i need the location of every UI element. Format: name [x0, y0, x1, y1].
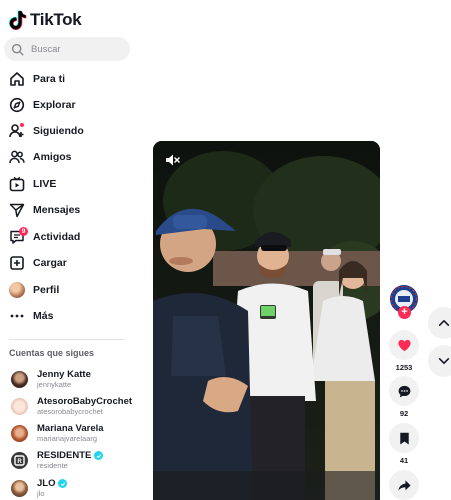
- account-avatar: [11, 371, 28, 388]
- following-account-item[interactable]: R RESIDENTE residente: [9, 448, 134, 474]
- paper-plane-icon: [8, 202, 25, 219]
- following-section-title: Cuentas que sigues: [9, 348, 95, 358]
- like-button[interactable]: [389, 330, 419, 360]
- account-avatar: [11, 398, 28, 415]
- nav-label: Actividad: [33, 231, 81, 243]
- friends-icon: [8, 149, 25, 166]
- share-button[interactable]: [389, 470, 419, 500]
- next-video-button[interactable]: [428, 345, 451, 377]
- account-avatar: R: [11, 452, 28, 469]
- account-name: AtesoroBabyCrochet: [37, 396, 133, 407]
- nav-item-explorar[interactable]: Explorar: [0, 92, 130, 118]
- following-account-item[interactable]: Jenny Katte jennykatte: [9, 367, 134, 393]
- bookmark-icon: [399, 432, 409, 444]
- nav-item-para-ti[interactable]: Para ti: [0, 66, 130, 92]
- account-avatar: [11, 480, 28, 497]
- profile-avatar: [8, 282, 25, 298]
- follow-plus-button[interactable]: +: [398, 306, 411, 319]
- nav-label: Mensajes: [33, 204, 81, 216]
- nav-label: Cargar: [33, 257, 67, 269]
- residente-logo-icon: R: [14, 455, 25, 466]
- new-content-dot: [20, 123, 24, 127]
- video-player[interactable]: [153, 141, 380, 500]
- search-box[interactable]: [4, 37, 130, 61]
- nav-item-actividad[interactable]: 9 Actividad: [0, 224, 130, 250]
- save-count: 41: [399, 456, 409, 465]
- nav-item-siguiendo[interactable]: Siguiendo: [0, 118, 130, 144]
- account-username: residente: [37, 461, 68, 470]
- muted-volume-icon[interactable]: [164, 152, 180, 168]
- nav-label: Explorar: [33, 99, 76, 111]
- search-icon: [11, 43, 24, 56]
- svg-text:R: R: [17, 459, 22, 465]
- more-icon: [8, 308, 25, 325]
- tiktok-logo[interactable]: TikTok: [9, 9, 82, 31]
- previous-video-button[interactable]: [428, 307, 451, 339]
- sidebar-divider: [9, 339, 125, 340]
- compass-icon: [8, 97, 25, 114]
- activity-badge: 9: [19, 227, 28, 236]
- account-name: RESIDENTE: [37, 450, 104, 461]
- account-username: jennykatte: [37, 380, 72, 389]
- account-avatar: [11, 425, 28, 442]
- nav-label: Amigos: [33, 151, 72, 163]
- video-frame: [153, 141, 380, 500]
- nav-label: Más: [33, 310, 54, 322]
- account-name: JLO: [37, 478, 68, 489]
- avatar-icon: [8, 282, 25, 299]
- nav-item-amigos[interactable]: Amigos: [0, 144, 130, 170]
- heart-icon: [397, 339, 411, 351]
- comment-button[interactable]: [389, 376, 419, 406]
- chevron-up-icon: [438, 320, 450, 326]
- nav-item-mas[interactable]: Más: [0, 303, 130, 329]
- nav-item-live[interactable]: LIVE: [0, 171, 130, 197]
- verified-badge-icon: [58, 479, 68, 488]
- save-button[interactable]: [389, 423, 419, 453]
- tiktok-logo-icon: [9, 10, 27, 30]
- home-icon: [8, 71, 25, 88]
- nav-label: Para ti: [33, 73, 66, 85]
- live-icon: [8, 176, 25, 193]
- share-arrow-icon: [397, 479, 411, 491]
- nav-label: Siguiendo: [33, 125, 84, 137]
- following-account-item[interactable]: AtesoroBabyCrochet atesorobabycrochet: [9, 394, 134, 420]
- following-account-item[interactable]: Mariana Varela marianajvarelaarg: [9, 421, 134, 447]
- nav-item-cargar[interactable]: Cargar: [0, 250, 130, 276]
- account-name-text: RESIDENTE: [37, 450, 92, 461]
- following-account-item[interactable]: JLO jlo: [9, 476, 134, 500]
- like-count: 1253: [395, 363, 413, 372]
- nav-item-perfil[interactable]: Perfil: [0, 277, 130, 303]
- nav-label: Perfil: [33, 284, 60, 296]
- account-username: jlo: [37, 489, 45, 498]
- comment-count: 92: [399, 409, 409, 418]
- search-input[interactable]: [31, 43, 121, 55]
- account-name: Mariana Varela: [37, 423, 104, 434]
- account-username: atesorobabycrochet: [37, 407, 103, 416]
- brand-name: TikTok: [30, 10, 82, 29]
- account-name-text: JLO: [37, 478, 56, 489]
- verified-badge-icon: [94, 451, 104, 460]
- plus-square-icon: [8, 255, 25, 272]
- nav-label: LIVE: [33, 178, 57, 190]
- comment-icon: [398, 385, 410, 397]
- account-username: marianajvarelaarg: [37, 434, 98, 443]
- chevron-down-icon: [438, 358, 450, 364]
- nav-item-mensajes[interactable]: Mensajes: [0, 197, 130, 223]
- sidebar: TikTok Para ti Explorar: [0, 0, 138, 500]
- account-name: Jenny Katte: [37, 369, 91, 380]
